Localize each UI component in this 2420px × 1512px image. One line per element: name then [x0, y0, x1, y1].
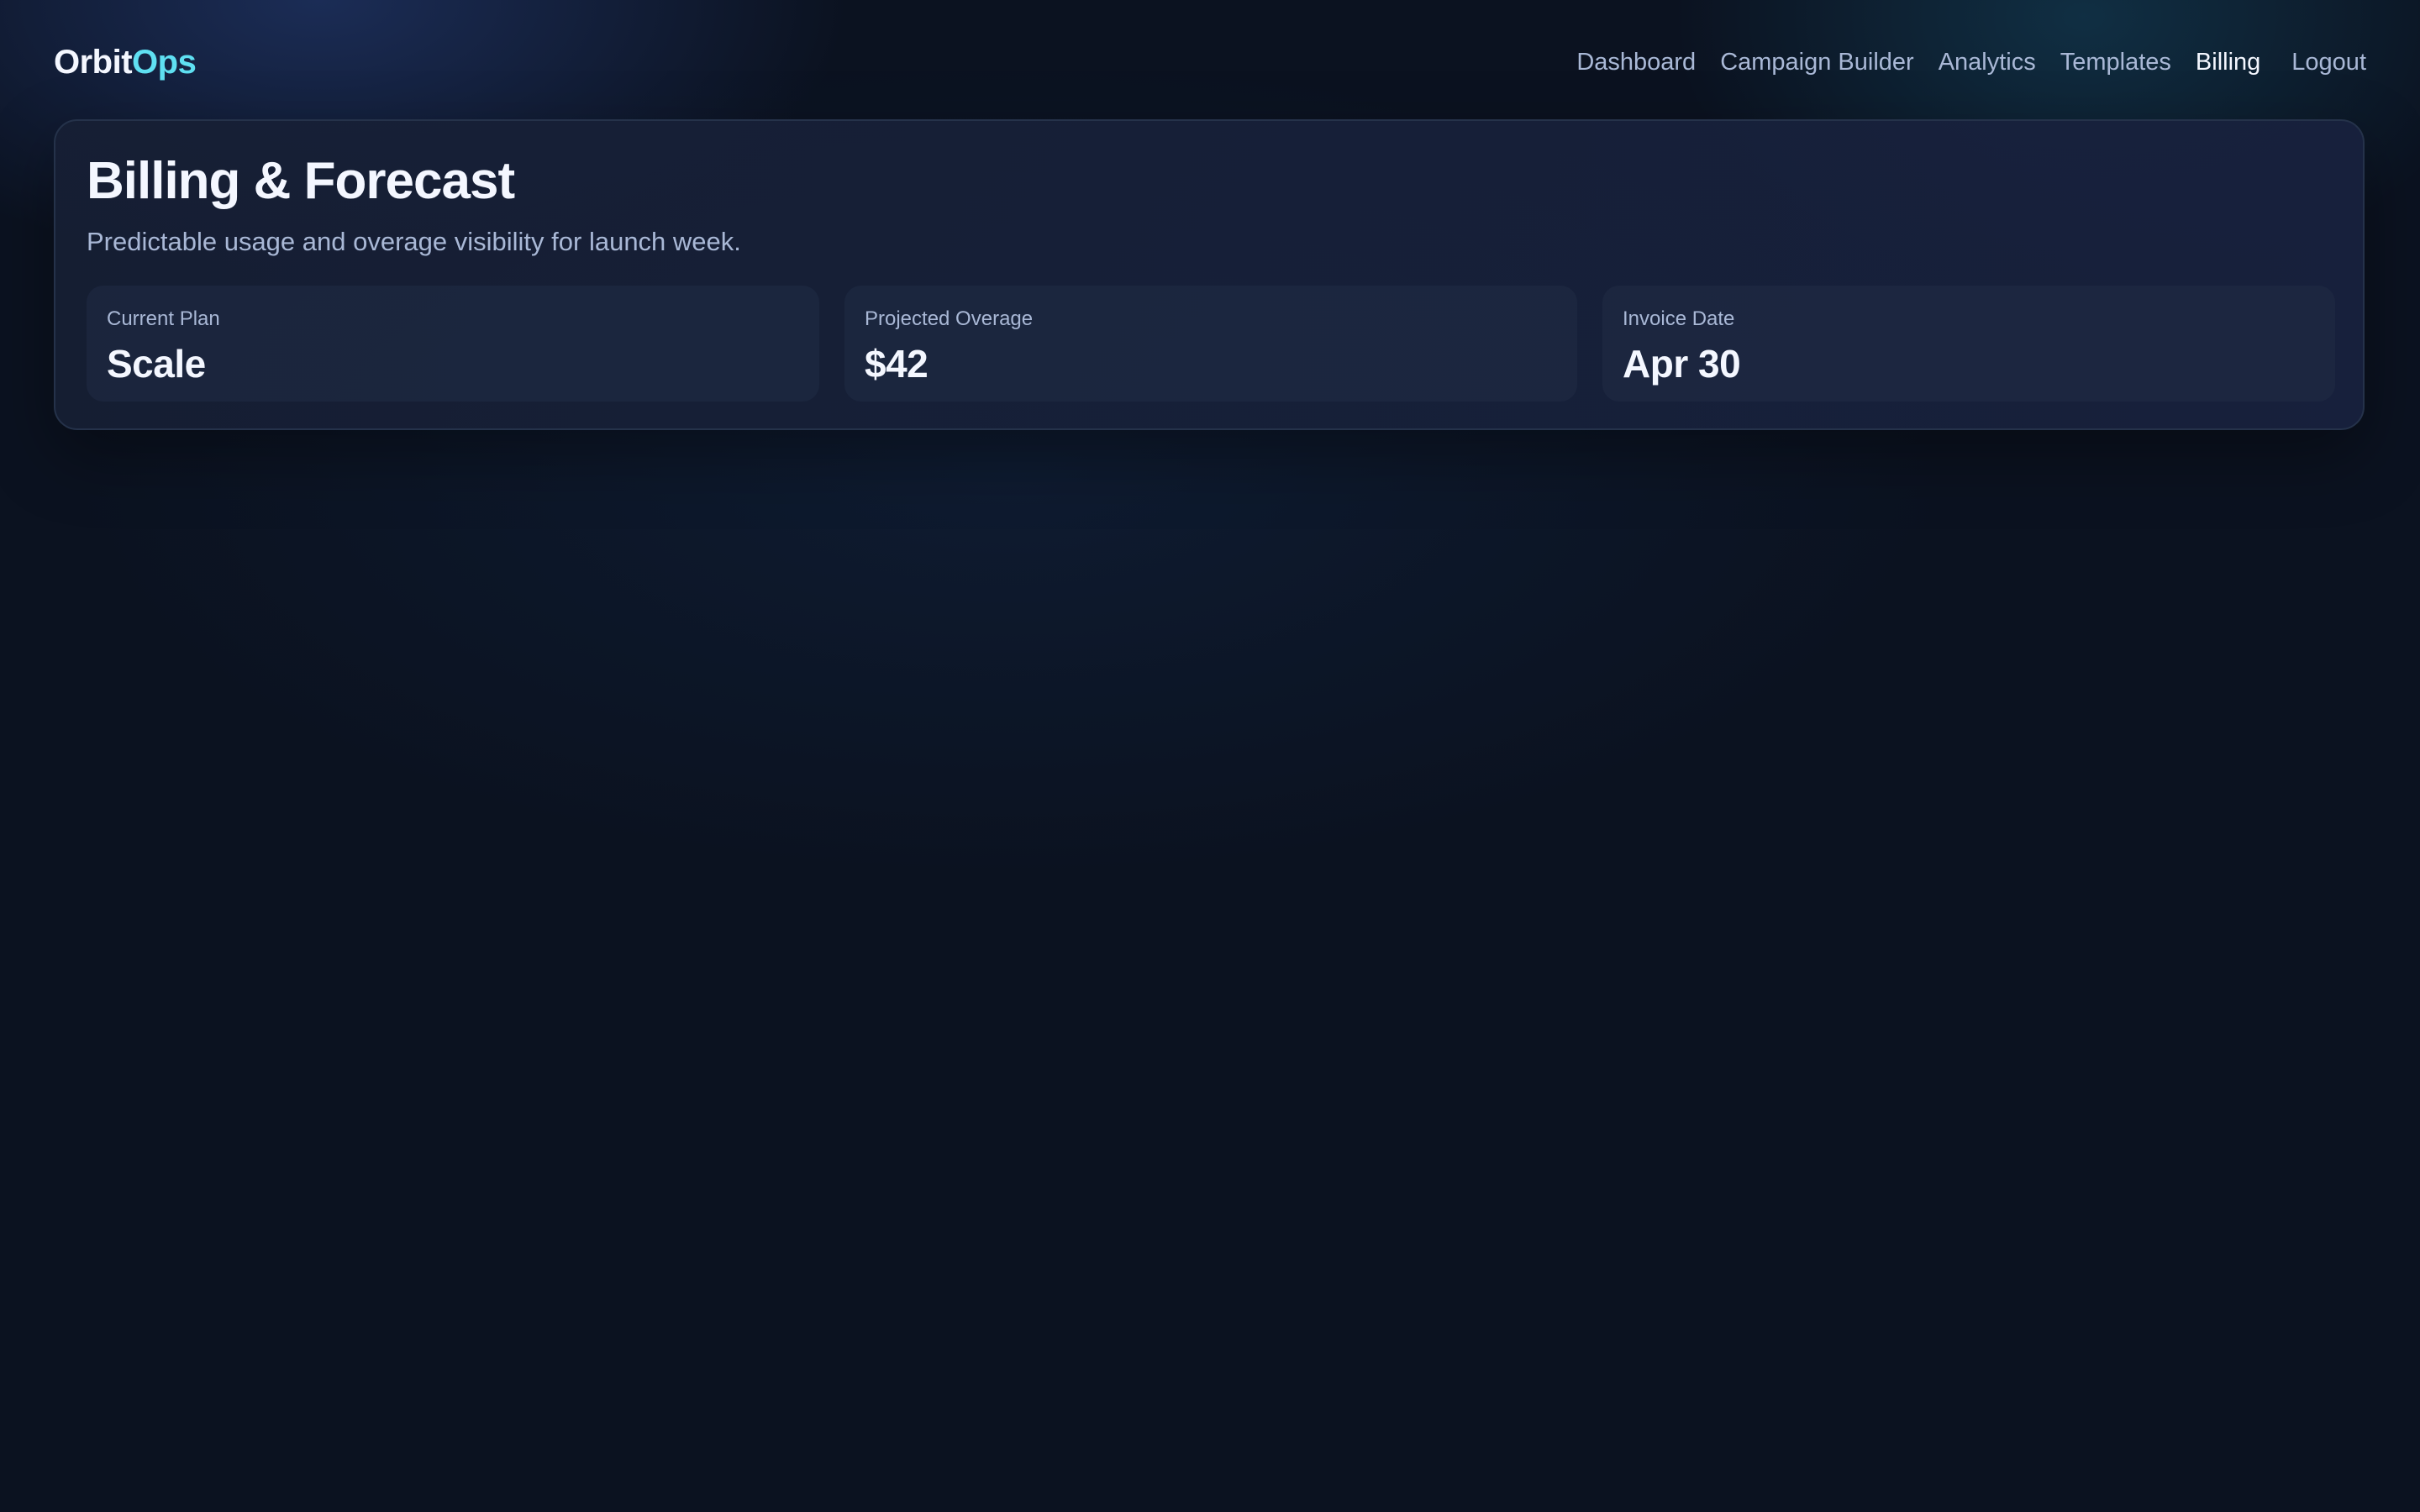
stat-label: Invoice Date: [1623, 307, 1735, 330]
stats-row: Current Plan Scale Projected Overage $42…: [87, 286, 2335, 402]
stat-card-current-plan: Current Plan Scale: [87, 286, 819, 402]
stat-value: $42: [865, 342, 929, 386]
stat-card-invoice-date: Invoice Date Apr 30: [1602, 286, 2335, 402]
page-title: Billing & Forecast: [87, 152, 515, 210]
nav-link-dashboard[interactable]: Dashboard: [1576, 49, 1696, 76]
logout-link[interactable]: Logout: [2291, 49, 2366, 76]
page-subtitle: Predictable usage and overage visibility…: [87, 227, 741, 256]
main-nav: Dashboard Campaign Builder Analytics Tem…: [1552, 49, 2366, 76]
nav-link-templates[interactable]: Templates: [2060, 49, 2171, 76]
nav-link-billing[interactable]: Billing: [2196, 49, 2260, 76]
brand-logo[interactable]: Orbit Ops: [54, 43, 197, 81]
stat-card-projected-overage: Projected Overage $42: [844, 286, 1577, 402]
brand-name-primary: Orbit: [54, 43, 133, 81]
brand-name-accent: Ops: [132, 43, 197, 81]
billing-forecast-panel: Billing & Forecast Predictable usage and…: [54, 119, 2365, 430]
stat-value: Apr 30: [1623, 342, 1741, 386]
nav-link-analytics[interactable]: Analytics: [1939, 49, 2036, 76]
stat-label: Projected Overage: [865, 307, 1034, 330]
stat-label: Current Plan: [107, 307, 220, 330]
top-nav-bar: Orbit Ops Dashboard Campaign Builder Anal…: [54, 39, 2366, 86]
nav-link-campaign-builder[interactable]: Campaign Builder: [1720, 49, 1914, 76]
stat-value: Scale: [107, 342, 206, 386]
